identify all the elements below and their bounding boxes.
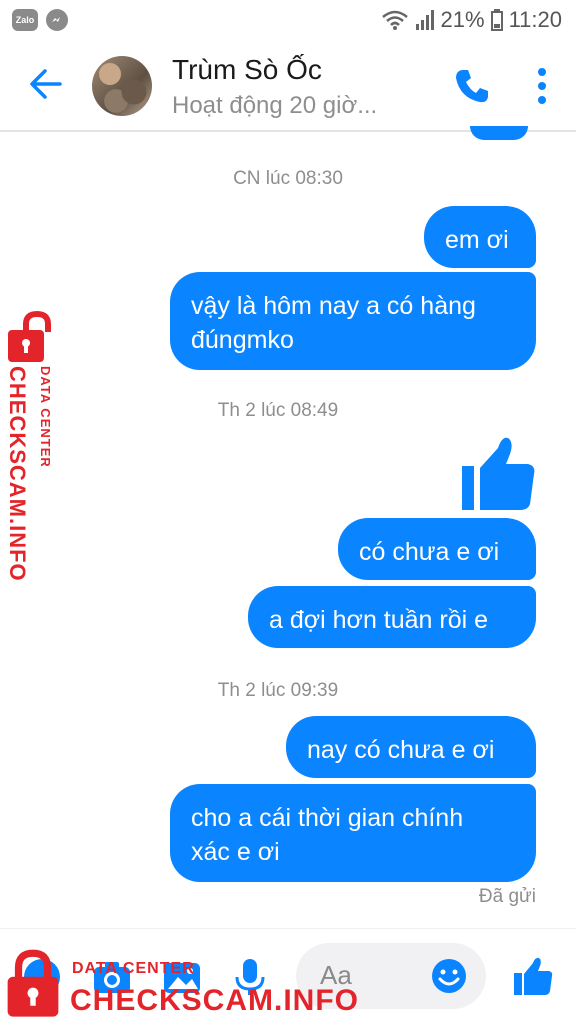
watermark-subtext: DATA CENTER xyxy=(72,960,195,977)
like-icon[interactable] xyxy=(458,434,538,514)
conversation-header: Trùm Sò Ốc Hoạt động 20 giờ... xyxy=(0,40,576,132)
notification-icons: Zalo xyxy=(12,9,68,31)
timestamp-divider: Th 2 lúc 08:49 xyxy=(217,400,339,421)
sent-message[interactable]: a đợi hơn tuần rồi e xyxy=(248,586,536,648)
battery-percent: 21% xyxy=(440,7,485,32)
message-text: đúngmko xyxy=(191,326,294,354)
message-thread[interactable]: CN lúc 08:30 em ơi vậy là hôm nay a có h… xyxy=(0,126,576,924)
back-arrow-icon[interactable] xyxy=(26,62,66,106)
message-text: nay có chưa e ơi xyxy=(307,736,495,764)
like-icon[interactable] xyxy=(510,955,554,999)
contact-active-status: Hoạt động 20 giờ... xyxy=(172,92,378,119)
messenger-chat-screen: Zalo 21% 11:20 Trùm Sò Ốc Hoạt động 20 g… xyxy=(0,0,576,1024)
messenger-notification-icon xyxy=(46,9,68,31)
message-text: cho a cái thời gian chính xyxy=(191,804,464,832)
lock-icon xyxy=(8,310,51,362)
watermark-text: CHECKSCAM.INFO xyxy=(70,984,359,1017)
emoji-icon[interactable] xyxy=(430,957,468,995)
message-text: em ơi xyxy=(445,226,509,254)
contact-avatar[interactable] xyxy=(92,56,152,116)
sent-message[interactable]: nay có chưa e ơi xyxy=(286,716,536,778)
clock: 11:20 xyxy=(508,7,562,32)
contact-name[interactable]: Trùm Sò Ốc xyxy=(172,54,322,86)
sent-message[interactable]: có chưa e ơi xyxy=(338,518,536,580)
timestamp-divider: Th 2 lúc 09:39 xyxy=(217,680,339,701)
lock-icon xyxy=(7,949,59,1017)
watermark-bottom: DATA CENTER CHECKSCAM.INFO xyxy=(0,944,360,1024)
message-text: xác e ơi xyxy=(191,838,280,866)
sent-message[interactable]: vậy là hôm nay a có hàng đúngmko xyxy=(170,272,536,370)
message-text: a đợi hơn tuần rồi e xyxy=(269,606,489,634)
watermark-subtext: DATA CENTER xyxy=(38,366,53,468)
more-vert-icon[interactable] xyxy=(528,66,556,106)
sent-message[interactable]: cho a cái thời gian chính xác e ơi xyxy=(170,784,536,882)
phone-icon[interactable] xyxy=(452,66,492,106)
watermark-text: CHECKSCAM.INFO xyxy=(5,366,30,582)
battery-icon xyxy=(490,9,503,31)
delivery-status: Đã gửi xyxy=(478,886,536,907)
system-status: 21% 11:20 xyxy=(381,7,562,33)
sent-message[interactable]: em ơi xyxy=(424,206,536,268)
message-text: vậy là hôm nay a có hàng xyxy=(191,292,476,320)
previous-message-edge xyxy=(470,126,528,140)
watermark-side: CHECKSCAM.INFO DATA CENTER xyxy=(0,310,66,590)
signal-icon xyxy=(415,10,434,30)
message-text: có chưa e ơi xyxy=(359,538,500,566)
status-bar: Zalo 21% 11:20 xyxy=(0,0,576,40)
wifi-icon xyxy=(381,10,408,30)
timestamp-divider: CN lúc 08:30 xyxy=(233,168,343,189)
zalo-notification-icon: Zalo xyxy=(12,9,38,31)
